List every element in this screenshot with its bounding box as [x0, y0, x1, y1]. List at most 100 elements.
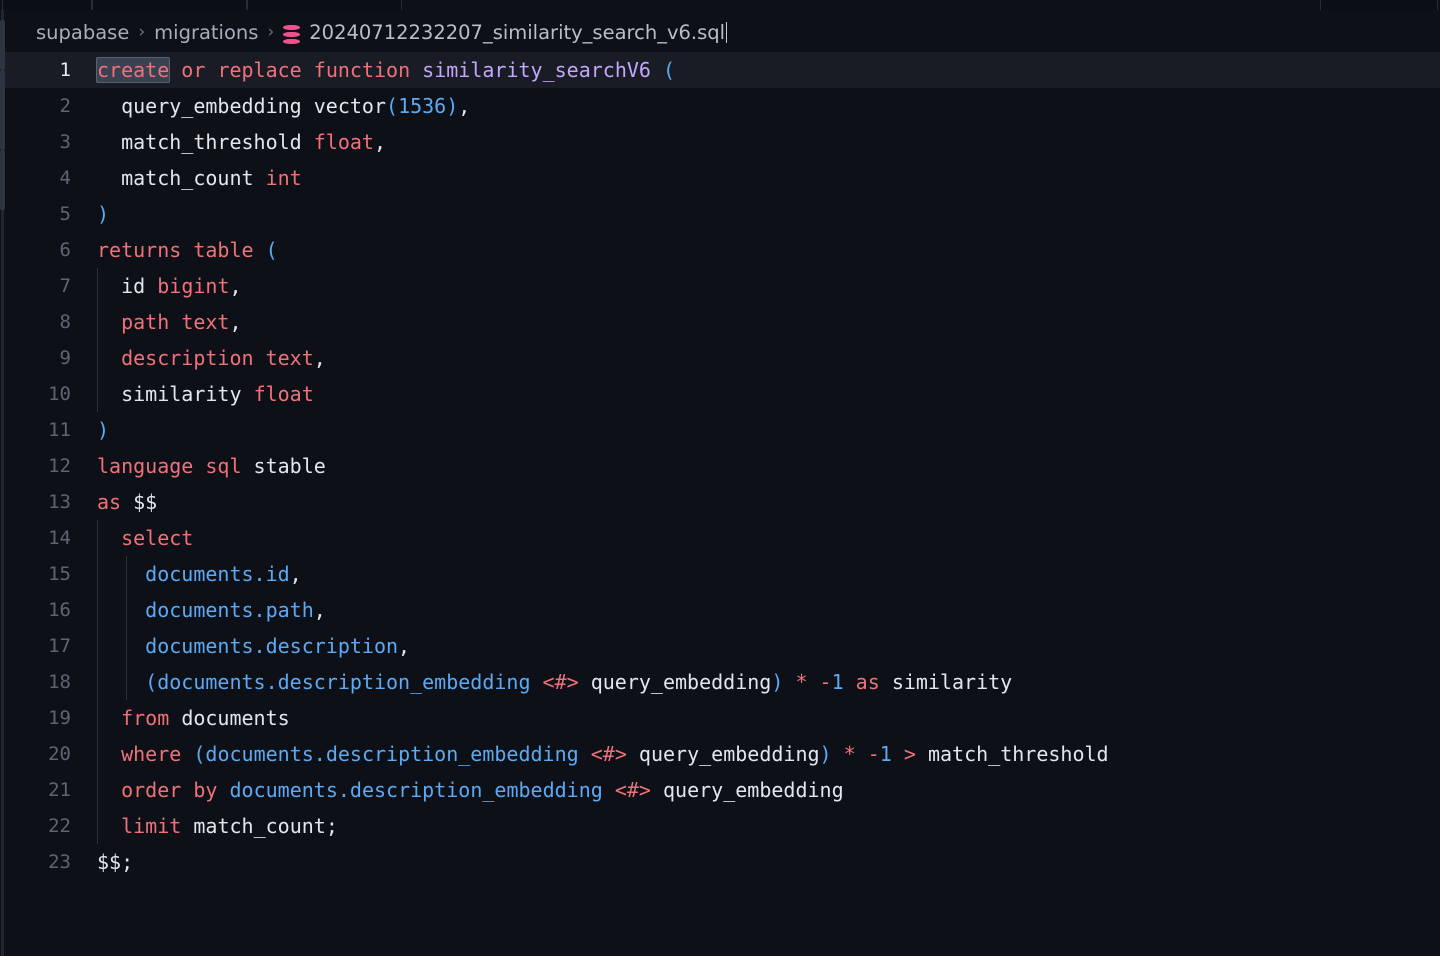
- line-number: 20: [48, 743, 71, 765]
- code-line[interactable]: 11): [5, 412, 1440, 448]
- line-content: order by documents.description_embedding…: [97, 772, 1440, 808]
- line-content: returns table (: [97, 232, 1440, 268]
- line-content: similarity float: [97, 376, 1440, 412]
- code-line[interactable]: 3 match_threshold float,: [5, 124, 1440, 160]
- code-line[interactable]: 6 returns table (: [5, 232, 1440, 268]
- editor-tab-fragment-4[interactable]: [1320, 0, 1438, 10]
- code-token: documents: [181, 706, 290, 730]
- indent-guide: [97, 808, 98, 844]
- indent-guide: [126, 664, 127, 700]
- code-line[interactable]: 23 $$;: [5, 844, 1440, 880]
- text-cursor: [726, 21, 728, 43]
- code-token: match_threshold: [927, 742, 1109, 766]
- code-line[interactable]: 9 description text,: [5, 340, 1440, 376]
- code-token: ,: [229, 274, 242, 298]
- line-number: 13: [48, 491, 71, 513]
- indent-guide: [97, 664, 98, 700]
- code-token: query_embedding: [663, 778, 844, 802]
- line-number: 19: [48, 707, 71, 729]
- code-line[interactable]: 22 limit match_count;: [5, 808, 1440, 844]
- code-token: (: [386, 94, 399, 118]
- code-token: ): [97, 418, 110, 442]
- indent-guide: [126, 556, 127, 592]
- code-token: where: [121, 742, 182, 766]
- code-token: id: [121, 274, 146, 298]
- code-token: ,: [458, 94, 471, 118]
- code-line[interactable]: 14 select: [5, 520, 1440, 556]
- code-token: <#>: [590, 742, 627, 766]
- code-token: <#>: [542, 670, 579, 694]
- code-line[interactable]: 4 match_count int: [5, 160, 1440, 196]
- line-number: 6: [59, 239, 71, 261]
- code-editor[interactable]: 1 create or replace function similarity_s…: [5, 52, 1440, 956]
- code-line[interactable]: 13 as $$: [5, 484, 1440, 520]
- code-line[interactable]: 20 where (documents.description_embeddin…: [5, 736, 1440, 772]
- code-token: ): [446, 94, 459, 118]
- editor-tab-fragment-3[interactable]: [247, 0, 402, 10]
- line-content: create or replace function similarity_se…: [95, 52, 1440, 88]
- editor-tab-fragment-1[interactable]: [2, 0, 92, 10]
- code-token: sql: [205, 454, 242, 478]
- line-content: id bigint,: [97, 268, 1440, 304]
- line-content: from documents: [97, 700, 1440, 736]
- code-token: description: [121, 346, 254, 370]
- breadcrumb: supabase › migrations › 20240712232207_s…: [0, 12, 1440, 52]
- line-number: 21: [48, 779, 71, 801]
- code-line[interactable]: 1 create or replace function similarity_s…: [5, 52, 1440, 88]
- indent-guide: [97, 376, 98, 412]
- code-token: query_embedding: [590, 670, 772, 694]
- code-token: function: [313, 58, 411, 82]
- code-token: similarity: [891, 670, 1013, 694]
- code-line[interactable]: 5): [5, 196, 1440, 232]
- editor-tab-fragment-2[interactable]: [92, 0, 247, 10]
- code-line[interactable]: 8 path text,: [5, 304, 1440, 340]
- code-token: (: [193, 742, 206, 766]
- code-token: text: [181, 310, 230, 334]
- breadcrumb-item-file[interactable]: 20240712232207_similarity_search_v6.sql: [309, 21, 725, 44]
- code-line[interactable]: 18 (documents.description_embedding <#> …: [5, 664, 1440, 700]
- line-content: ): [97, 196, 1440, 232]
- code-token: -: [819, 670, 832, 694]
- breadcrumb-item-folder[interactable]: migrations: [154, 21, 258, 44]
- indent-guide: [97, 556, 98, 592]
- code-line[interactable]: 17 documents.description,: [5, 628, 1440, 664]
- code-line[interactable]: 21 order by documents.description_embedd…: [5, 772, 1440, 808]
- code-line[interactable]: 12 language sql stable: [5, 448, 1440, 484]
- code-token: table: [193, 238, 254, 262]
- code-token: documents.path: [145, 598, 314, 622]
- code-line[interactable]: 10 similarity float: [5, 376, 1440, 412]
- indent-guide: [97, 340, 98, 376]
- code-line[interactable]: 7 id bigint,: [5, 268, 1440, 304]
- line-content: limit match_count;: [97, 808, 1440, 844]
- code-line[interactable]: 16 documents.path,: [5, 592, 1440, 628]
- code-line[interactable]: 2 query_embedding vector(1536),: [5, 88, 1440, 124]
- line-number: 18: [48, 671, 71, 693]
- breadcrumb-item-root[interactable]: supabase: [36, 21, 129, 44]
- code-line[interactable]: 19 from documents: [5, 700, 1440, 736]
- code-line[interactable]: 15 documents.id,: [5, 556, 1440, 592]
- code-token: $$: [133, 490, 158, 514]
- code-token: ,: [313, 346, 326, 370]
- code-token: replace: [217, 58, 302, 82]
